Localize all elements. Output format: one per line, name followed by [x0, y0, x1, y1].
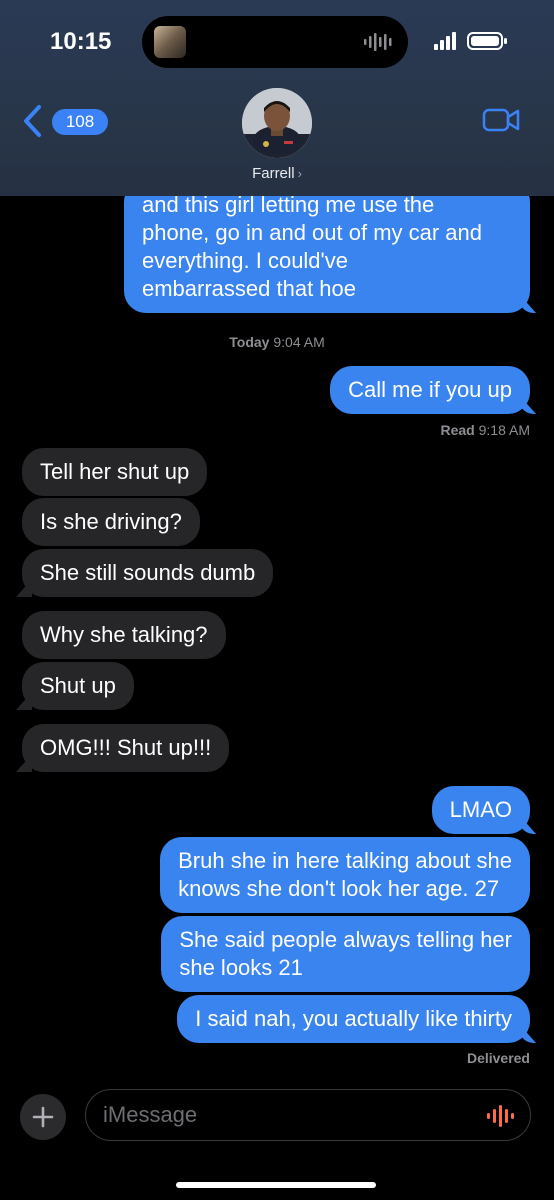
message-bubble-sent[interactable]: and this girl letting me use the phone, …: [124, 180, 530, 313]
message-bubble-received[interactable]: Tell her shut up: [22, 448, 208, 496]
message-line: Bruh she in here talking about she: [178, 848, 512, 873]
message-line: She said people always telling her: [179, 927, 512, 952]
battery-icon: [467, 32, 507, 50]
cellular-signal-icon: [434, 32, 456, 50]
avatar-photo: [242, 88, 312, 158]
timestamp-time: 9:04 AM: [273, 334, 325, 350]
message-line: everything. I could've: [142, 248, 348, 273]
message-text: Why she talking?: [40, 622, 208, 647]
delivered-receipt: Delivered: [467, 1050, 530, 1066]
conversation-header: 10:15 108 Farrell ›: [0, 0, 554, 196]
back-button[interactable]: 108: [22, 104, 108, 138]
message-text: Is she driving?: [40, 509, 182, 534]
read-receipt: Read 9:18 AM: [441, 422, 531, 438]
message-text: LMAO: [449, 797, 512, 822]
read-label: Read: [440, 422, 475, 438]
read-time: 9:18 AM: [478, 422, 530, 438]
audio-waveform-icon: [364, 33, 392, 51]
message-text: Tell her shut up: [40, 459, 190, 484]
message-bubble-received[interactable]: She still sounds dumb: [22, 549, 274, 597]
message-line: knows she don't look her age. 27: [178, 876, 500, 901]
delivered-label: Delivered: [466, 1050, 530, 1066]
waveform-mic-icon[interactable]: [486, 1104, 516, 1128]
video-camera-icon[interactable]: [482, 106, 520, 134]
message-line: embarrassed that hoe: [142, 276, 357, 301]
timestamp-day: Today: [229, 334, 270, 350]
status-time: 10:15: [50, 28, 112, 55]
message-bubble-received[interactable]: Shut up: [22, 662, 134, 710]
apps-plus-button[interactable]: [20, 1094, 66, 1140]
message-text: Shut up: [40, 673, 116, 698]
message-bubble-sent[interactable]: I said nah, you actually like thirty: [177, 995, 530, 1043]
plus-icon: [32, 1106, 54, 1128]
message-bubble-sent[interactable]: She said people always telling her she l…: [161, 916, 530, 992]
message-bubble-received[interactable]: Why she talking?: [22, 611, 226, 659]
message-bubble-sent[interactable]: LMAO: [431, 786, 530, 834]
message-input-placeholder: iMessage: [103, 1102, 198, 1127]
chevron-right-icon: ›: [297, 166, 302, 181]
contact-name-text: Farrell: [252, 165, 295, 182]
message-text: OMG!!! Shut up!!!: [40, 735, 212, 760]
message-line: phone, go in and out of my car and: [142, 220, 483, 245]
status-indicators: [434, 32, 507, 50]
message-bubble-sent[interactable]: Call me if you up: [330, 366, 530, 414]
now-playing-artwork: [154, 26, 186, 58]
dynamic-island[interactable]: [142, 16, 408, 68]
message-bubble-received[interactable]: OMG!!! Shut up!!!: [22, 724, 230, 772]
message-input[interactable]: iMessage: [85, 1089, 531, 1141]
contact-name[interactable]: Farrell ›: [0, 165, 554, 182]
unread-count-badge: 108: [52, 109, 108, 135]
home-indicator[interactable]: [176, 1182, 376, 1188]
message-bubble-received[interactable]: Is she driving?: [22, 498, 200, 546]
message-text: Call me if you up: [348, 377, 512, 402]
message-line: she looks 21: [179, 955, 303, 980]
contact-avatar[interactable]: [242, 88, 312, 158]
message-text: She still sounds dumb: [40, 560, 256, 585]
message-bubble-sent[interactable]: Bruh she in here talking about she knows…: [160, 837, 530, 913]
message-text: I said nah, you actually like thirty: [195, 1006, 512, 1031]
timestamp-divider: Today 9:04 AM: [0, 334, 554, 350]
chevron-left-icon: [24, 105, 41, 137]
